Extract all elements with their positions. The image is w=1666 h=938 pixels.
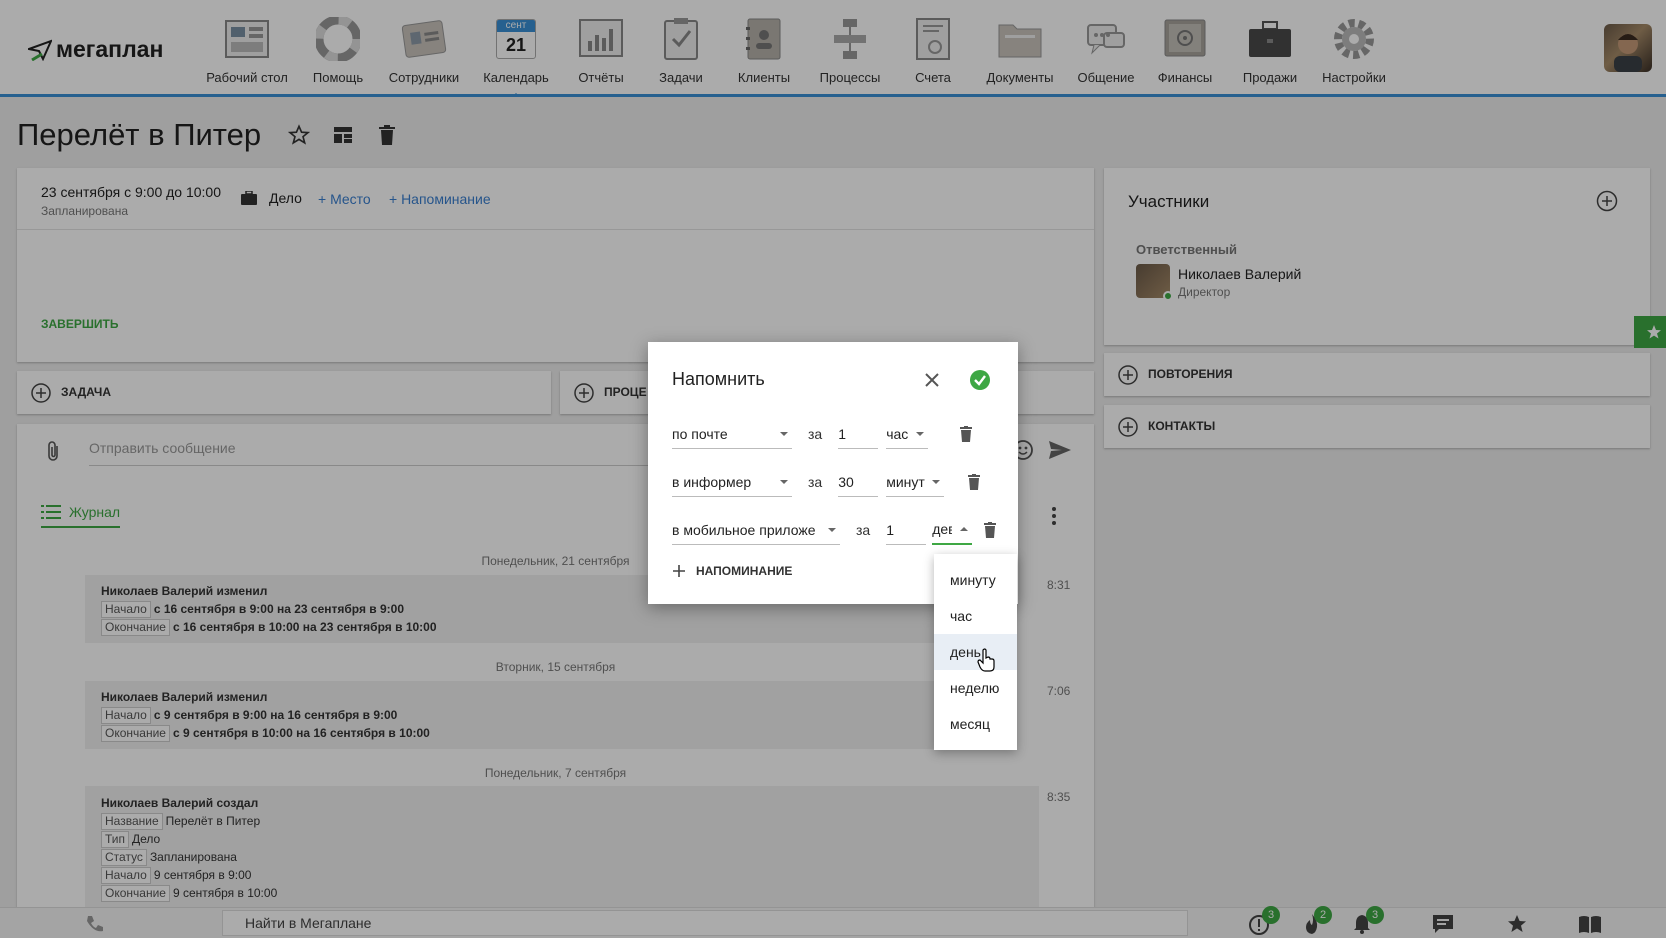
unit-select-open[interactable]: дев <box>932 515 973 545</box>
channel-value: в информер <box>672 473 752 490</box>
reminder-row: в мобильное приложе за 1 дев <box>672 511 997 545</box>
chevron-down-icon <box>916 431 925 436</box>
dialog-title: Напомнить <box>672 369 765 389</box>
reminder-row: по почте за 1 час <box>672 415 973 449</box>
reminder-row: в информер за 30 минут <box>672 463 981 497</box>
close-icon[interactable] <box>924 372 940 388</box>
confirm-check-icon[interactable] <box>969 369 991 391</box>
channel-value: по почте <box>672 425 728 442</box>
before-label: за <box>808 426 823 442</box>
dropdown-padding <box>934 554 1017 562</box>
delete-reminder-icon[interactable] <box>968 474 981 490</box>
unit-option[interactable]: минуту <box>934 562 1017 598</box>
chevron-down-icon <box>828 527 836 532</box>
unit-value: час <box>886 425 909 442</box>
channel-select[interactable]: по почте <box>672 419 792 449</box>
amount-input[interactable]: 30 <box>838 467 879 497</box>
chevron-down-icon <box>780 431 788 436</box>
unit-option[interactable]: неделю <box>934 670 1017 706</box>
unit-dropdown-menu: минуту час день неделю месяц <box>934 554 1017 750</box>
channel-select[interactable]: в информер <box>672 467 792 497</box>
unit-option[interactable]: месяц <box>934 706 1017 742</box>
amount-input[interactable]: 1 <box>886 515 927 545</box>
chevron-up-icon <box>960 527 969 531</box>
unit-select[interactable]: час <box>886 419 929 449</box>
chevron-down-icon <box>780 479 788 484</box>
unit-option-hovered[interactable]: день <box>934 634 1017 670</box>
delete-reminder-icon[interactable] <box>984 522 997 538</box>
unit-option[interactable]: час <box>934 598 1017 634</box>
unit-value: дев <box>932 521 952 537</box>
add-reminder-label: НАПОМИНАНИЕ <box>696 564 793 578</box>
delete-reminder-icon[interactable] <box>960 426 973 442</box>
channel-value: в мобильное приложе <box>672 521 816 538</box>
plus-icon <box>673 565 685 577</box>
amount-input[interactable]: 1 <box>838 419 879 449</box>
channel-select[interactable]: в мобильное приложе <box>672 515 840 545</box>
add-reminder-button[interactable]: НАПОМИНАНИЕ <box>672 564 792 578</box>
before-label: за <box>808 474 823 490</box>
unit-select[interactable]: минут <box>886 467 945 497</box>
unit-value: минут <box>886 473 925 490</box>
before-label: за <box>856 522 871 538</box>
hand-cursor-icon <box>977 648 995 672</box>
chevron-down-icon <box>932 479 941 484</box>
